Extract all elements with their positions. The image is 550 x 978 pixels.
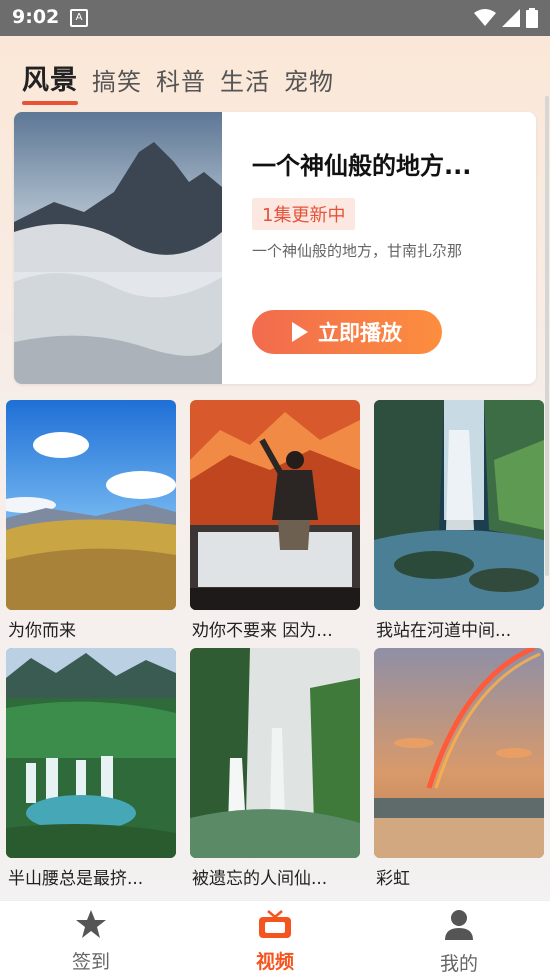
tab-funny[interactable]: 搞笑 [92, 62, 142, 101]
nav-video[interactable]: 视频 [220, 909, 330, 974]
tab-science[interactable]: 科普 [156, 62, 206, 101]
tv-icon [259, 910, 291, 938]
play-now-label: 立即播放 [318, 321, 402, 345]
tab-life[interactable]: 生活 [220, 62, 270, 101]
status-time: 9:02 [12, 6, 60, 28]
video-card[interactable]: 劝你不要来 因为... [190, 400, 360, 641]
bottom-navigation: 签到 视频 我的 [0, 900, 550, 978]
featured-cover-image [14, 112, 222, 384]
video-thumbnail [190, 400, 360, 610]
tab-pets[interactable]: 宠物 [284, 62, 334, 101]
video-card[interactable]: 半山腰总是最挤... [6, 648, 176, 889]
video-caption: 我站在河道中间... [376, 621, 512, 641]
user-icon [445, 910, 473, 940]
a-box-icon: A [70, 9, 88, 27]
nav-checkin[interactable]: 签到 [36, 909, 146, 974]
video-thumbnail [374, 400, 544, 610]
featured-card[interactable]: 一个神仙般的地方... 1集更新中 一个神仙般的地方，甘南扎尕那 立即播放 [14, 112, 536, 384]
star-icon [76, 910, 106, 938]
signal-icon [502, 9, 520, 27]
video-card[interactable]: 被遗忘的人间仙... [190, 648, 360, 889]
video-thumbnail [374, 648, 544, 858]
video-card[interactable]: 彩虹 [374, 648, 544, 889]
video-caption: 半山腰总是最挤... [8, 869, 144, 889]
video-thumbnail [6, 648, 176, 858]
play-icon [292, 322, 308, 342]
nav-label: 视频 [255, 951, 294, 973]
play-now-button[interactable]: 立即播放 [252, 310, 442, 354]
video-caption: 被遗忘的人间仙... [192, 869, 328, 889]
wifi-icon [474, 9, 496, 26]
tab-scenery[interactable]: 风景 [22, 58, 78, 105]
nav-label: 我的 [439, 953, 478, 975]
video-caption: 为你而来 [8, 621, 76, 641]
video-thumbnail [190, 648, 360, 858]
video-caption: 劝你不要来 因为... [192, 621, 333, 641]
nav-profile[interactable]: 我的 [404, 909, 514, 976]
video-caption: 彩虹 [376, 869, 410, 889]
featured-title: 一个神仙般的地方... [252, 152, 472, 180]
category-tabs: 风景 搞笑 科普 生活 宠物 [22, 58, 334, 105]
scrollbar[interactable] [545, 96, 549, 576]
update-badge: 1集更新中 [252, 198, 356, 230]
video-card[interactable]: 为你而来 [6, 400, 176, 641]
video-thumbnail [6, 400, 176, 610]
nav-label: 签到 [71, 951, 110, 973]
status-bar: 9:02 A [0, 0, 550, 36]
battery-icon [526, 8, 538, 28]
featured-description: 一个神仙般的地方，甘南扎尕那 [252, 242, 463, 260]
video-card[interactable]: 我站在河道中间... [374, 400, 544, 641]
